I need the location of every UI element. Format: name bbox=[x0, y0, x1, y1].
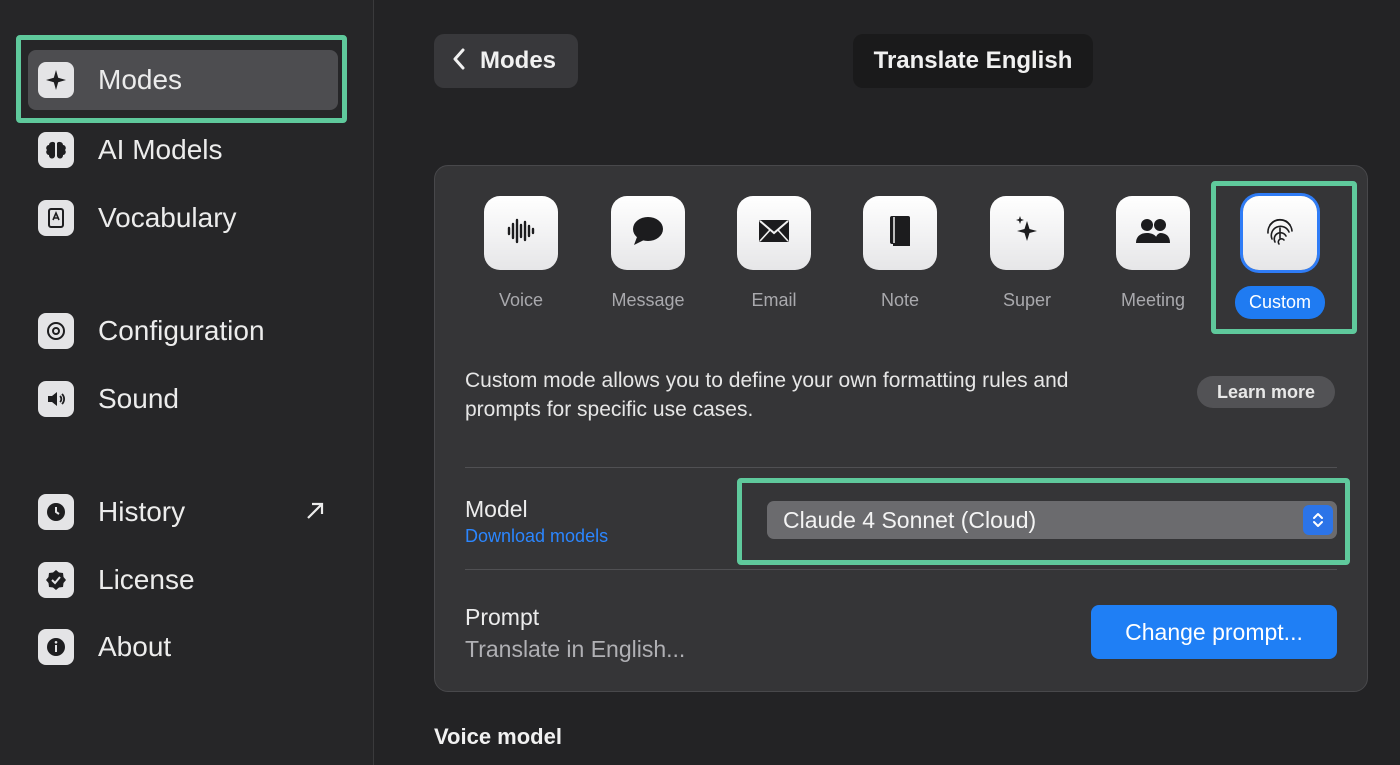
mode-label: Meeting bbox=[1120, 290, 1186, 310]
model-label: Model bbox=[465, 496, 528, 522]
fingerprint-icon bbox=[1260, 211, 1300, 256]
mode-settings-card: Voice Message Email Note Super Meeting C… bbox=[434, 165, 1368, 692]
divider bbox=[465, 467, 1337, 468]
mode-label: Note bbox=[880, 290, 920, 310]
prompt-value: Translate in English... bbox=[465, 636, 686, 662]
envelope-icon bbox=[754, 211, 794, 256]
sidebar-item-about[interactable]: About bbox=[28, 617, 338, 677]
sidebar-item-history[interactable]: History bbox=[28, 482, 338, 542]
speech-bubble-icon bbox=[628, 211, 668, 256]
brain-icon bbox=[38, 132, 74, 168]
arrow-up-right-icon bbox=[304, 500, 326, 527]
mode-message[interactable]: Message bbox=[593, 196, 703, 311]
mode-custom[interactable]: Custom bbox=[1225, 196, 1335, 319]
chevron-up-down-icon bbox=[1303, 505, 1333, 535]
sparkles-icon bbox=[1007, 211, 1047, 256]
people-icon bbox=[1133, 211, 1173, 256]
voice-model-section-title: Voice model bbox=[434, 724, 562, 749]
back-button-label: Modes bbox=[480, 47, 557, 74]
sidebar-item-label: License bbox=[98, 564, 195, 595]
clock-icon bbox=[38, 494, 74, 530]
book-icon bbox=[38, 200, 74, 236]
sidebar: Modes AI Models Vocabulary Configuration… bbox=[0, 0, 374, 765]
learn-more-button[interactable]: Learn more bbox=[1197, 376, 1335, 408]
mode-label: Email bbox=[751, 290, 797, 310]
mode-voice[interactable]: Voice bbox=[466, 196, 576, 311]
mode-label: Super bbox=[1002, 290, 1052, 310]
mode-note[interactable]: Note bbox=[845, 196, 955, 311]
waveform-icon bbox=[501, 211, 541, 256]
sidebar-item-label: AI Models bbox=[98, 134, 223, 165]
divider bbox=[465, 569, 1337, 570]
download-models-link[interactable]: Download models bbox=[465, 526, 608, 547]
chevron-left-icon bbox=[452, 48, 466, 75]
sidebar-item-vocabulary[interactable]: Vocabulary bbox=[28, 188, 338, 248]
sidebar-item-label: Sound bbox=[98, 383, 179, 414]
sidebar-item-label: Vocabulary bbox=[98, 202, 237, 233]
change-prompt-button[interactable]: Change prompt... bbox=[1091, 605, 1337, 659]
sidebar-item-label: History bbox=[98, 496, 186, 527]
sparkle-icon bbox=[38, 62, 74, 98]
sidebar-item-label: About bbox=[98, 631, 172, 662]
mode-super[interactable]: Super bbox=[972, 196, 1082, 311]
sidebar-item-license[interactable]: License bbox=[28, 550, 338, 610]
model-select[interactable]: Claude 4 Sonnet (Cloud) bbox=[767, 501, 1337, 539]
sidebar-item-ai-models[interactable]: AI Models bbox=[28, 120, 338, 180]
sidebar-item-configuration[interactable]: Configuration bbox=[28, 301, 338, 361]
mode-meeting[interactable]: Meeting bbox=[1098, 196, 1208, 311]
sidebar-item-sound[interactable]: Sound bbox=[28, 369, 338, 429]
back-button[interactable]: Modes bbox=[434, 34, 578, 88]
sidebar-item-modes[interactable]: Modes bbox=[28, 50, 338, 110]
prompt-label: Prompt bbox=[465, 604, 540, 630]
speaker-icon bbox=[38, 381, 74, 417]
info-icon bbox=[38, 629, 74, 665]
sidebar-item-label: Configuration bbox=[98, 315, 265, 346]
sidebar-item-label: Modes bbox=[98, 64, 183, 95]
mode-label: Message bbox=[611, 290, 685, 310]
gear-icon bbox=[38, 313, 74, 349]
page-title: Translate English bbox=[853, 34, 1093, 88]
model-select-value: Claude 4 Sonnet (Cloud) bbox=[783, 506, 1037, 533]
badge-check-icon bbox=[38, 562, 74, 598]
notebook-icon bbox=[880, 211, 920, 256]
mode-label: Custom bbox=[1234, 286, 1325, 319]
mode-label: Voice bbox=[498, 290, 544, 310]
mode-email[interactable]: Email bbox=[719, 196, 829, 311]
mode-description: Custom mode allows you to define your ow… bbox=[465, 369, 1069, 421]
